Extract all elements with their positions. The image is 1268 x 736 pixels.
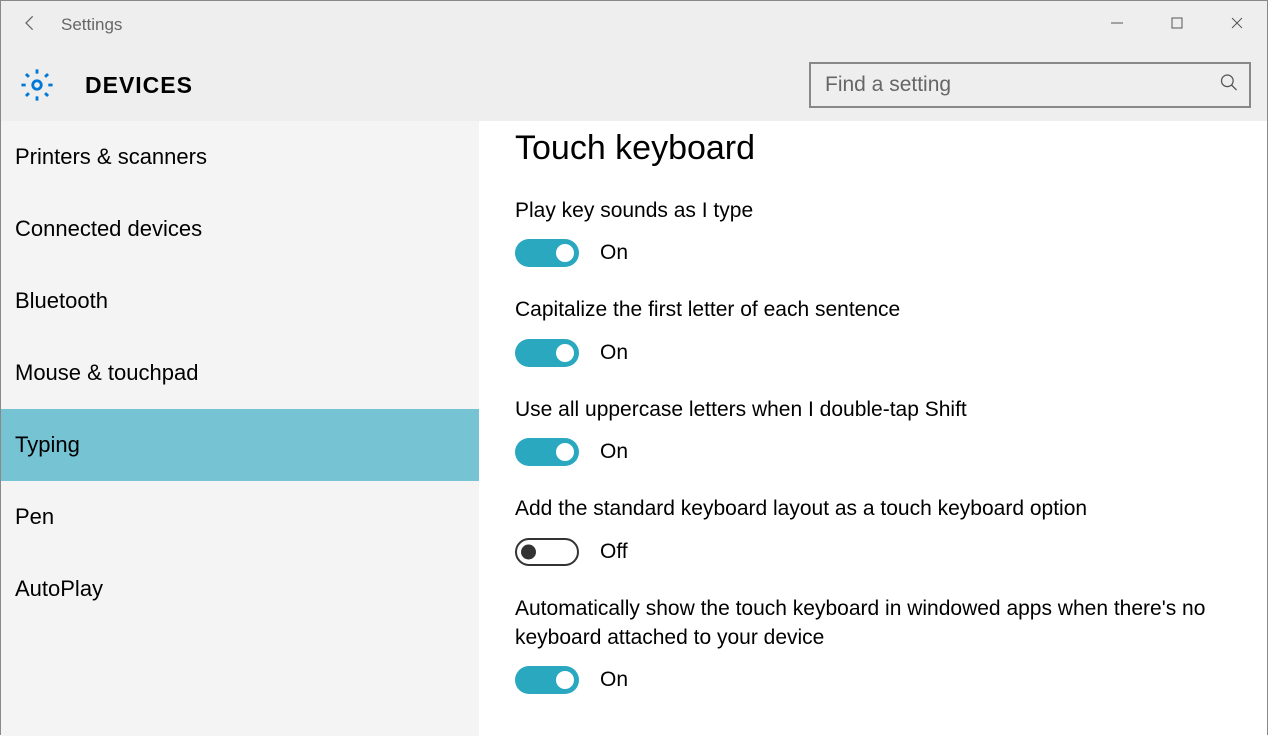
toggle-knob xyxy=(521,544,536,559)
toggle-switch[interactable] xyxy=(515,538,579,566)
search-wrap xyxy=(809,62,1251,108)
setting-label: Play key sounds as I type xyxy=(515,196,1231,225)
toggle-row: On xyxy=(515,438,1231,466)
toggle-state-label: Off xyxy=(600,540,628,564)
sidebar-item-typing[interactable]: Typing xyxy=(1,409,479,481)
toggle-state-label: On xyxy=(600,668,628,692)
toggle-state-label: On xyxy=(600,341,628,365)
sidebar-item-label: Printers & scanners xyxy=(15,144,207,170)
toggle-knob xyxy=(556,671,574,689)
search-icon xyxy=(1219,73,1239,98)
toggle-switch[interactable] xyxy=(515,438,579,466)
sidebar-item-autoplay[interactable]: AutoPlay xyxy=(1,553,479,625)
back-arrow-icon xyxy=(21,13,41,38)
titlebar: Settings xyxy=(1,1,1267,49)
back-button[interactable] xyxy=(1,1,61,49)
toggle-knob xyxy=(556,443,574,461)
setting-item: Capitalize the first letter of each sent… xyxy=(515,295,1231,366)
sidebar-item-printers-scanners[interactable]: Printers & scanners xyxy=(1,121,479,193)
toggle-knob xyxy=(556,344,574,362)
sidebar-item-label: Pen xyxy=(15,504,54,530)
sidebar-item-label: Mouse & touchpad xyxy=(15,360,198,386)
toggle-knob xyxy=(556,244,574,262)
close-icon xyxy=(1230,16,1244,35)
toggle-row: On xyxy=(515,339,1231,367)
sidebar-item-label: Bluetooth xyxy=(15,288,108,314)
setting-label: Add the standard keyboard layout as a to… xyxy=(515,494,1231,523)
sidebar-item-mouse-touchpad[interactable]: Mouse & touchpad xyxy=(1,337,479,409)
toggle-state-label: On xyxy=(600,241,628,265)
settings-list: Play key sounds as I type On Capitalize th… xyxy=(515,196,1231,694)
gear-icon xyxy=(7,68,67,102)
minimize-button[interactable] xyxy=(1087,1,1147,49)
setting-label: Capitalize the first letter of each sent… xyxy=(515,295,1231,324)
sidebar: Printers & scanners Connected devices Blue… xyxy=(1,121,479,736)
setting-label: Use all uppercase letters when I double-… xyxy=(515,395,1231,424)
setting-item: Automatically show the touch keyboard in… xyxy=(515,594,1231,695)
setting-item: Use all uppercase letters when I double-… xyxy=(515,395,1231,466)
sidebar-item-bluetooth[interactable]: Bluetooth xyxy=(1,265,479,337)
toggle-row: On xyxy=(515,239,1231,267)
setting-item: Play key sounds as I type On xyxy=(515,196,1231,267)
toggle-switch[interactable] xyxy=(515,666,579,694)
maximize-button[interactable] xyxy=(1147,1,1207,49)
window-controls xyxy=(1087,1,1267,49)
toggle-state-label: On xyxy=(600,440,628,464)
header-title: DEVICES xyxy=(85,72,193,99)
sidebar-item-connected-devices[interactable]: Connected devices xyxy=(1,193,479,265)
toggle-switch[interactable] xyxy=(515,339,579,367)
main: Printers & scanners Connected devices Blue… xyxy=(1,121,1267,736)
sidebar-item-label: Connected devices xyxy=(15,216,202,242)
close-button[interactable] xyxy=(1207,1,1267,49)
sidebar-item-label: Typing xyxy=(15,432,80,458)
content: Touch keyboard Play key sounds as I type… xyxy=(479,121,1267,736)
minimize-icon xyxy=(1110,16,1124,35)
toggle-row: On xyxy=(515,666,1231,694)
toggle-switch[interactable] xyxy=(515,239,579,267)
toggle-row: Off xyxy=(515,538,1231,566)
window-title: Settings xyxy=(61,15,122,35)
setting-label: Automatically show the touch keyboard in… xyxy=(515,594,1231,653)
maximize-icon xyxy=(1170,16,1184,35)
sidebar-item-label: AutoPlay xyxy=(15,576,103,602)
header: DEVICES xyxy=(1,49,1267,121)
setting-item: Add the standard keyboard layout as a to… xyxy=(515,494,1231,565)
section-title: Touch keyboard xyxy=(515,129,1231,168)
sidebar-item-pen[interactable]: Pen xyxy=(1,481,479,553)
search-input[interactable] xyxy=(809,62,1251,108)
